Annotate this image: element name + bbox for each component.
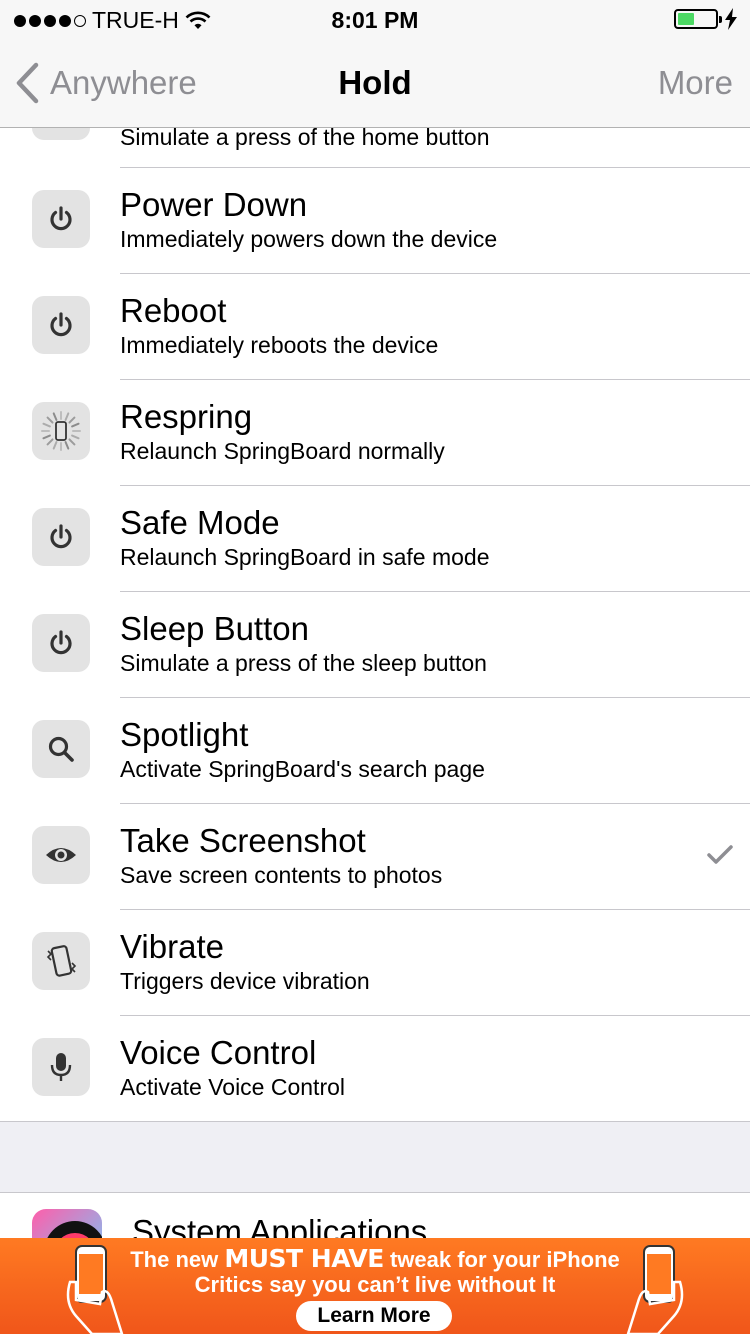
list-item-title: Safe Mode	[120, 504, 280, 541]
list-item-spotlight[interactable]: Spotlight Activate SpringBoard's search p…	[0, 698, 750, 804]
list-item-safe-mode[interactable]: Safe Mode Relaunch SpringBoard in safe mo…	[0, 486, 750, 592]
more-button[interactable]: More	[658, 64, 733, 102]
clock: 8:01 PM	[331, 7, 419, 33]
list-item-subtitle: Immediately reboots the device	[120, 332, 439, 358]
respring-spinner-icon	[32, 402, 90, 460]
power-icon	[32, 508, 90, 566]
list-item-reboot[interactable]: Reboot Immediately reboots the device	[0, 274, 750, 380]
list-item-subtitle: Immediately powers down the device	[120, 226, 498, 252]
list-item-subtitle: Relaunch SpringBoard in safe mode	[120, 544, 490, 570]
list-item-subtitle: Save screen contents to photos	[120, 862, 443, 888]
battery-indicator	[674, 8, 738, 30]
list-item-subtitle: Activate Voice Control	[120, 1074, 346, 1100]
navigation-bar: Anywhere Hold More	[0, 40, 750, 128]
list-item-home-button[interactable]: Simulate a press of the home button	[0, 128, 750, 168]
power-icon	[32, 614, 90, 672]
eye-icon	[32, 826, 90, 884]
page-title: Hold	[338, 64, 412, 101]
list-item-subtitle: Simulate a press of the sleep button	[120, 650, 487, 676]
list-item-subtitle: Relaunch SpringBoard normally	[120, 438, 445, 464]
list-item-title: Sleep Button	[120, 610, 309, 647]
list-item-power-down[interactable]: Power Down Immediately powers down the de…	[0, 168, 750, 274]
list-item-voice-control[interactable]: Voice Control Activate Voice Control	[0, 1016, 750, 1121]
list-item-title: Spotlight	[120, 716, 249, 753]
list-item-take-screenshot[interactable]: Take Screenshot Save screen contents to p…	[0, 804, 750, 910]
section-spacer	[0, 1122, 750, 1192]
list-item-title: Power Down	[120, 186, 308, 223]
learn-more-button[interactable]: Learn More	[296, 1301, 452, 1331]
ad-emphasis: MUST HAVE	[224, 1244, 384, 1273]
microphone-icon	[32, 1038, 90, 1096]
list-item-subtitle: Activate SpringBoard's search page	[120, 756, 485, 782]
list-item-title: Respring	[120, 398, 253, 435]
list-item-subtitle: Triggers device vibration	[120, 968, 370, 994]
list-item-subtitle: Simulate a press of the home button	[120, 128, 490, 150]
list-item-sleep-button[interactable]: Sleep Button Simulate a press of the slee…	[0, 592, 750, 698]
power-icon	[32, 190, 90, 248]
list-item-title: Vibrate	[120, 928, 224, 965]
vibrate-phone-icon	[32, 932, 90, 990]
list-item-title: Voice Control	[120, 1034, 317, 1071]
home-icon	[32, 128, 90, 140]
action-list: Simulate a press of the home button Powe…	[0, 128, 750, 1122]
search-icon	[32, 720, 90, 778]
battery-icon	[674, 9, 722, 29]
list-item-vibrate[interactable]: Vibrate Triggers device vibration	[0, 910, 750, 1016]
power-icon	[32, 296, 90, 354]
hand-holding-phone-icon	[626, 1245, 684, 1334]
ad-banner[interactable]: The new MUST HAVE tweak for your iPhone …	[0, 1238, 750, 1334]
list-item-title: Reboot	[120, 292, 227, 329]
status-bar: TRUE-H 8:01 PM	[0, 0, 750, 40]
checkmark-icon	[706, 844, 734, 871]
list-item-respring[interactable]: Respring Relaunch SpringBoard normally	[0, 380, 750, 486]
list-item-title: Take Screenshot	[120, 822, 366, 859]
charging-bolt-icon	[725, 8, 737, 30]
